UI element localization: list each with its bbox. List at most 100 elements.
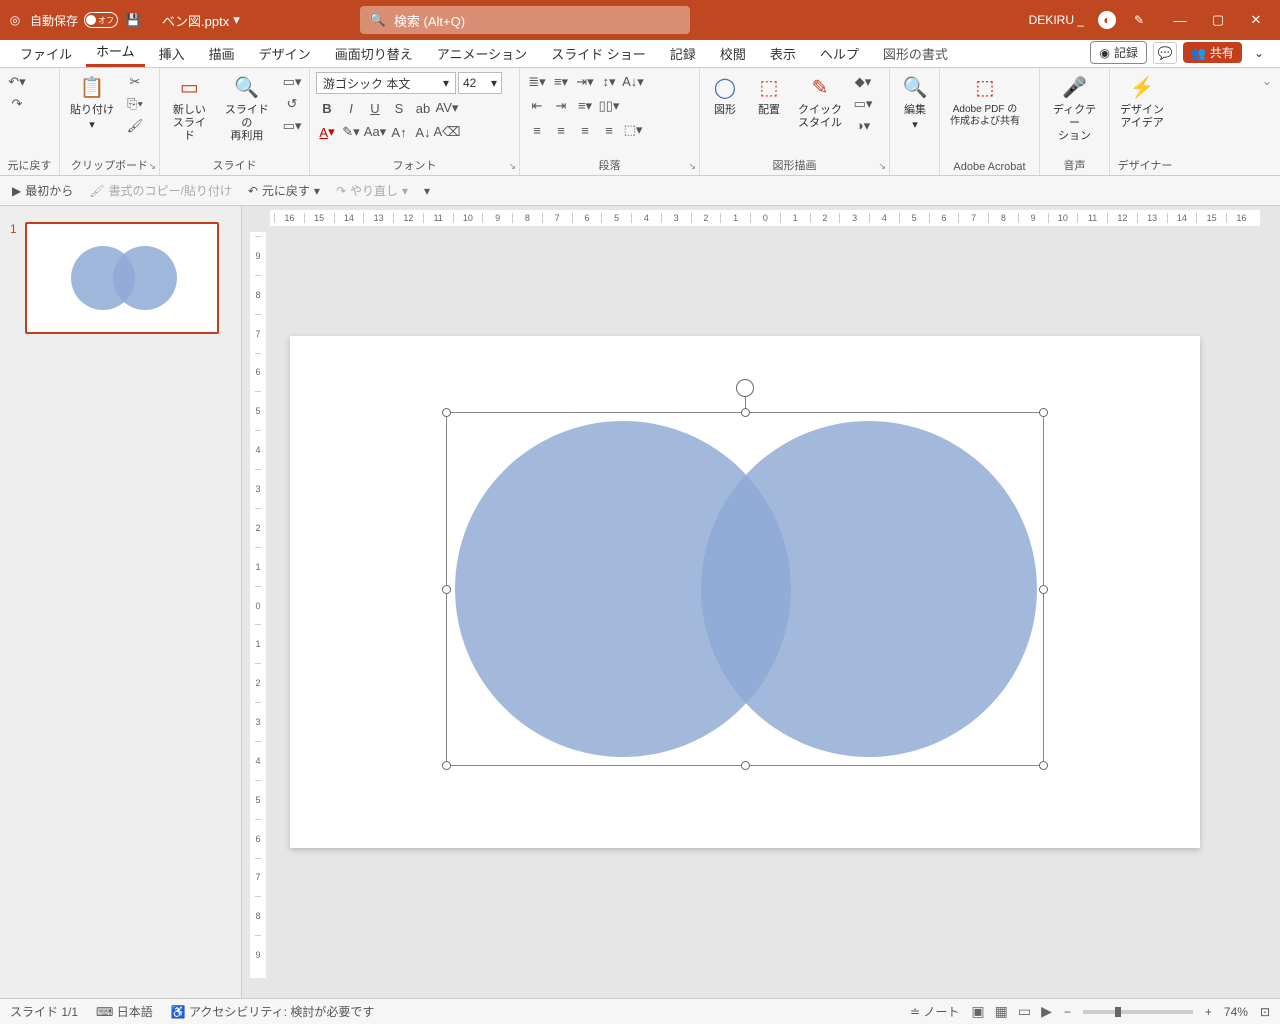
dictate-button[interactable]: 🎤ディクテー ション — [1046, 72, 1103, 146]
cut-button[interactable]: ✂ — [124, 72, 146, 92]
share-button[interactable]: 👥 共有 — [1183, 42, 1242, 63]
justify-button[interactable]: ≡ — [598, 120, 620, 140]
acrobat-button[interactable]: ⬚Adobe PDF の 作成および共有 — [946, 72, 1024, 130]
layout-button[interactable]: ▭▾ — [281, 72, 303, 92]
font-launcher[interactable]: ↘ — [508, 161, 516, 172]
qat-format-painter[interactable]: 🖌 書式のコピー/貼り付け — [89, 182, 232, 199]
columns-button[interactable]: ▯▯▾ — [598, 96, 620, 116]
zoom-in-button[interactable]: + — [1205, 1005, 1212, 1019]
tab-draw[interactable]: 描画 — [199, 39, 245, 67]
dec-indent-button[interactable]: ⇤ — [526, 96, 548, 116]
sorter-view-icon[interactable]: ▦ — [995, 1003, 1008, 1020]
tab-transitions[interactable]: 画面切り替え — [325, 39, 423, 67]
smartart-button[interactable]: ⬚▾ — [622, 120, 644, 140]
bullets-button[interactable]: ≣▾ — [526, 72, 548, 92]
align-right-button[interactable]: ≡ — [574, 120, 596, 140]
clear-format-button[interactable]: A⌫ — [436, 122, 458, 142]
autosave-toggle[interactable]: 自動保存 オフ — [30, 12, 118, 29]
user-avatar[interactable]: ◐ — [1098, 11, 1116, 29]
format-painter-button[interactable]: 🖌 — [124, 116, 146, 136]
shrink-font-button[interactable]: A↓ — [412, 122, 434, 142]
shape-effects-button[interactable]: ◑▾ — [852, 116, 874, 136]
arrange-button[interactable]: ⬚配置 — [750, 72, 788, 119]
resize-handle-s[interactable] — [741, 761, 750, 770]
vertical-ruler[interactable]: 9876543210123456789 — [250, 232, 266, 978]
qat-redo[interactable]: ↷ やり直し ▾ — [336, 182, 408, 199]
slide-thumbnail[interactable] — [25, 222, 219, 334]
save-icon[interactable]: 💾 — [124, 11, 142, 29]
status-lang[interactable]: ⌨ 日本語 — [96, 1003, 153, 1020]
drawing-launcher[interactable]: ↘ — [878, 161, 886, 172]
zoom-slider[interactable] — [1083, 1010, 1193, 1014]
zoom-out-button[interactable]: − — [1064, 1005, 1071, 1019]
section-button[interactable]: ▭▾ — [281, 116, 303, 136]
normal-view-icon[interactable]: ▣ — [971, 1003, 984, 1020]
zoom-level[interactable]: 74% — [1224, 1005, 1248, 1019]
qat-from-start[interactable]: ▶ 最初から — [12, 182, 73, 199]
tab-review[interactable]: 校閲 — [710, 39, 756, 67]
tab-animations[interactable]: アニメーション — [427, 39, 537, 67]
resize-handle-w[interactable] — [442, 585, 451, 594]
resize-handle-ne[interactable] — [1039, 408, 1048, 417]
resize-handle-se[interactable] — [1039, 761, 1048, 770]
reset-button[interactable]: ↺ — [281, 94, 303, 114]
clipboard-launcher[interactable]: ↘ — [148, 161, 156, 172]
tab-home[interactable]: ホーム — [86, 36, 145, 67]
copy-button[interactable]: ⎘▾ — [124, 94, 146, 114]
ribbon-collapse-icon[interactable]: ⌄ — [1262, 74, 1272, 88]
qat-more[interactable]: ▾ — [424, 184, 430, 198]
align-left-button[interactable]: ≡ — [526, 120, 548, 140]
change-case-button[interactable]: Aa▾ — [364, 122, 386, 142]
underline-button[interactable]: U — [364, 98, 386, 118]
rotate-handle[interactable] — [736, 379, 754, 397]
tab-view[interactable]: 表示 — [760, 39, 806, 67]
selection-box[interactable] — [446, 412, 1044, 766]
list-level-button[interactable]: ⇥▾ — [574, 72, 596, 92]
strike-button[interactable]: S — [388, 98, 410, 118]
tab-help[interactable]: ヘルプ — [810, 39, 869, 67]
spacing-button[interactable]: AV▾ — [436, 98, 458, 118]
coming-soon-icon[interactable]: ✎ — [1130, 11, 1148, 29]
shape-outline-button[interactable]: ▭▾ — [852, 94, 874, 114]
minimize-button[interactable]: — — [1170, 10, 1190, 30]
maximize-button[interactable]: ▢ — [1208, 10, 1228, 30]
shadow-button[interactable]: ab — [412, 98, 434, 118]
shape-fill-button[interactable]: ◆▾ — [852, 72, 874, 92]
slideshow-view-icon[interactable]: ▶ — [1041, 1003, 1052, 1020]
grow-font-button[interactable]: A↑ — [388, 122, 410, 142]
paragraph-launcher[interactable]: ↘ — [688, 161, 696, 172]
design-ideas-button[interactable]: ⚡デザイン アイデア — [1116, 72, 1168, 132]
ribbon-options-icon[interactable]: ⌄ — [1248, 46, 1270, 60]
venn-circle-right[interactable] — [701, 421, 1037, 757]
user-name[interactable]: DEKIRU _ — [1029, 13, 1084, 27]
reading-view-icon[interactable]: ▭ — [1018, 1003, 1031, 1020]
text-direction-button[interactable]: A↓▾ — [622, 72, 644, 92]
font-size-combo[interactable]: 42▾ — [458, 72, 502, 94]
fit-window-icon[interactable]: ⊡ — [1260, 1005, 1270, 1019]
line-spacing-button[interactable]: ↕▾ — [598, 72, 620, 92]
undo-button[interactable]: ↶▾ — [6, 72, 28, 92]
qat-undo[interactable]: ↶ 元に戻す ▾ — [248, 182, 320, 199]
tab-record[interactable]: 記録 — [660, 39, 706, 67]
resize-handle-sw[interactable] — [442, 761, 451, 770]
resize-handle-e[interactable] — [1039, 585, 1048, 594]
quick-style-button[interactable]: ✎クイック スタイル — [794, 72, 846, 132]
bold-button[interactable]: B — [316, 98, 338, 118]
font-color-button[interactable]: A▾ — [316, 122, 338, 142]
close-button[interactable]: ✕ — [1246, 10, 1266, 30]
slide-canvas[interactable] — [290, 336, 1200, 848]
tab-file[interactable]: ファイル — [10, 39, 82, 67]
highlight-button[interactable]: ✎▾ — [340, 122, 362, 142]
italic-button[interactable]: I — [340, 98, 362, 118]
status-accessibility[interactable]: ♿ アクセシビリティ: 検討が必要です — [171, 1003, 375, 1020]
resize-handle-n[interactable] — [741, 408, 750, 417]
editing-button[interactable]: 🔍編集▾ — [896, 72, 934, 134]
filename-dropdown[interactable]: ベン図.pptx ▾ — [162, 11, 240, 30]
numbering-button[interactable]: ≡▾ — [550, 72, 572, 92]
tab-design[interactable]: デザイン — [249, 39, 321, 67]
comments-button[interactable]: 💬 — [1153, 42, 1177, 64]
slide-panel[interactable]: 1 — [0, 206, 242, 998]
new-slide-button[interactable]: ▭新しい スライド — [166, 72, 213, 146]
search-box[interactable]: 🔍 検索 (Alt+Q) — [360, 6, 690, 34]
align-center-button[interactable]: ≡ — [550, 120, 572, 140]
